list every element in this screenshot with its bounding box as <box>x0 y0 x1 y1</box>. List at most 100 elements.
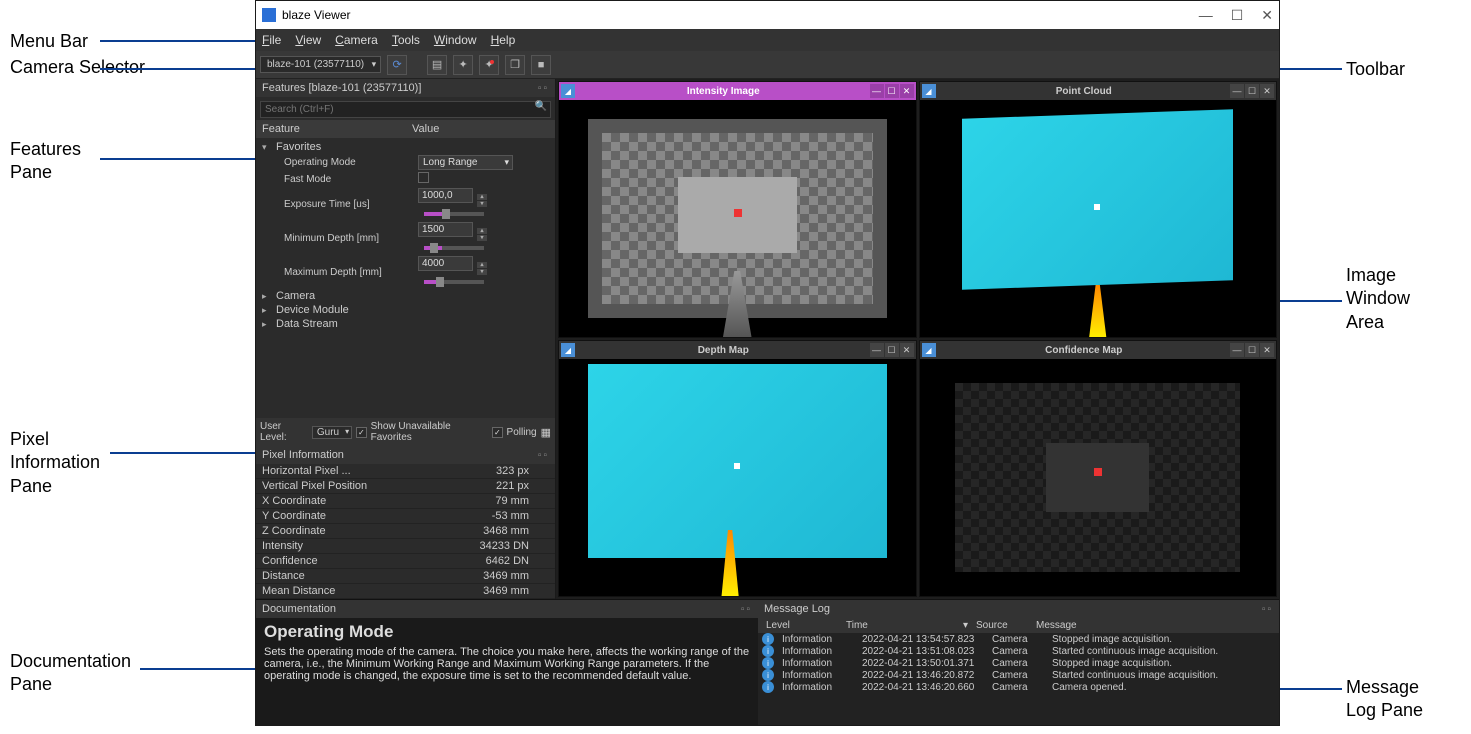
documentation-pane: Documentation ▫▫ Operating Mode Sets the… <box>256 600 758 725</box>
fast-mode-checkbox[interactable] <box>418 172 429 183</box>
pointcloud-window[interactable]: ◢ Point Cloud —☐✕ <box>919 81 1278 338</box>
group-device-module[interactable]: ▸Device Module <box>256 303 555 317</box>
user-level-combo[interactable]: Guru <box>312 426 352 439</box>
exposure-input[interactable]: 1000,0 <box>418 188 473 203</box>
min-depth-slider[interactable] <box>424 246 484 250</box>
show-unavailable-checkbox[interactable]: ✓ <box>356 427 367 438</box>
doc-heading: Operating Mode <box>264 622 750 642</box>
maximize-icon[interactable]: ☐ <box>885 343 899 357</box>
menu-help[interactable]: Help <box>491 33 516 47</box>
toolbar-btn-windows[interactable]: ❐ <box>505 55 525 75</box>
minimize-button[interactable]: — <box>1199 7 1213 24</box>
confidence-content <box>955 383 1240 573</box>
minimize-icon[interactable]: — <box>870 343 884 357</box>
polling-checkbox[interactable]: ✓ <box>492 427 503 438</box>
message-row[interactable]: iInformation2022-04-21 13:46:20.872Camer… <box>758 669 1279 681</box>
confidence-window[interactable]: ◢ Confidence Map —☐✕ <box>919 340 1278 597</box>
message-row[interactable]: iInformation2022-04-21 13:50:01.371Camer… <box>758 657 1279 669</box>
close-icon[interactable]: ✕ <box>1260 343 1274 357</box>
cursor-marker <box>734 463 740 469</box>
chevron-right-icon: ▸ <box>262 319 272 330</box>
depth-header[interactable]: ◢ Depth Map —☐✕ <box>559 341 916 359</box>
depth-viewport[interactable] <box>559 359 916 596</box>
level: Information <box>778 646 858 657</box>
confidence-title: Confidence Map <box>938 345 1231 356</box>
pane-controls[interactable]: ▫▫ <box>1262 604 1273 615</box>
menu-camera[interactable]: Camera <box>335 33 378 47</box>
minimize-icon[interactable]: — <box>1230 84 1244 98</box>
pointcloud-header[interactable]: ◢ Point Cloud —☐✕ <box>920 82 1277 100</box>
intensity-header[interactable]: ◢ Intensity Image —☐✕ <box>559 82 916 100</box>
confidence-header[interactable]: ◢ Confidence Map —☐✕ <box>920 341 1277 359</box>
search-input[interactable] <box>260 101 551 118</box>
menu-bar[interactable]: File View Camera Tools Window Help <box>256 29 1279 51</box>
features-title: Features [blaze-101 (23577110)] <box>262 82 421 94</box>
min-depth-input[interactable]: 1500 <box>418 222 473 237</box>
depth-window[interactable]: ◢ Depth Map —☐✕ <box>558 340 917 597</box>
operating-mode-combo[interactable]: Long Range <box>418 155 513 170</box>
intensity-viewport[interactable] <box>559 100 916 337</box>
maximize-icon[interactable]: ☐ <box>1245 84 1259 98</box>
features-footer: User Level: Guru ✓ Show Unavailable Favo… <box>256 418 555 446</box>
annot-line <box>100 40 255 42</box>
intensity-window[interactable]: ◢ Intensity Image —☐✕ <box>558 81 917 338</box>
window-icon: ◢ <box>922 343 936 357</box>
maximize-button[interactable]: ☐ <box>1231 7 1244 24</box>
group-camera[interactable]: ▸Camera <box>256 289 555 303</box>
pane-controls[interactable]: ▫▫ <box>538 83 549 94</box>
sort-icon: ▾ <box>963 620 968 631</box>
pointcloud-viewport[interactable] <box>920 100 1277 337</box>
close-icon[interactable]: ✕ <box>900 84 914 98</box>
max-depth-spinner[interactable]: ▴▾ <box>477 262 487 276</box>
close-icon[interactable]: ✕ <box>1260 84 1274 98</box>
col-level[interactable]: Level <box>762 620 842 631</box>
search-row: 🔍 <box>256 97 555 120</box>
t: MessageLog Pane <box>1346 677 1423 720</box>
col-message[interactable]: Message <box>1032 620 1275 631</box>
menu-window[interactable]: Window <box>434 33 477 47</box>
min-depth-spinner[interactable]: ▴▾ <box>477 228 487 242</box>
pane-controls[interactable]: ▫▫ <box>538 450 549 461</box>
toolbar-btn-wand[interactable]: ✦ <box>453 55 473 75</box>
time: 2022-04-21 13:46:20.872 <box>858 670 988 681</box>
minimize-icon[interactable]: — <box>870 84 884 98</box>
features-columns: Feature Value <box>256 120 555 138</box>
pixel-info-row: Horizontal Pixel ...323 px <box>256 464 555 479</box>
group-label: Camera <box>276 290 315 302</box>
message-row[interactable]: iInformation2022-04-21 13:51:08.023Camer… <box>758 645 1279 657</box>
col-value: Value <box>412 123 549 135</box>
message-row[interactable]: iInformation2022-04-21 13:54:57.823Camer… <box>758 633 1279 645</box>
pane-controls[interactable]: ▫▫ <box>741 604 752 615</box>
exposure-spinner[interactable]: ▴▾ <box>477 194 487 208</box>
group-favorites[interactable]: ▾Favorites <box>256 140 555 154</box>
menu-file[interactable]: File <box>262 33 281 47</box>
settings-icon[interactable]: ▦ <box>541 426 551 439</box>
toolbar-btn-stop[interactable]: ■ <box>531 55 551 75</box>
message-log-body: iInformation2022-04-21 13:54:57.823Camer… <box>758 633 1279 725</box>
confidence-viewport[interactable] <box>920 359 1277 596</box>
cursor-marker <box>1094 204 1100 210</box>
menu-tools[interactable]: Tools <box>392 33 420 47</box>
max-depth-slider[interactable] <box>424 280 484 284</box>
chevron-right-icon: ▸ <box>262 305 272 316</box>
close-button[interactable]: ✕ <box>1261 7 1273 24</box>
message-row[interactable]: iInformation2022-04-21 13:46:20.660Camer… <box>758 681 1279 693</box>
max-depth-input[interactable]: 4000 <box>418 256 473 271</box>
key: X Coordinate <box>262 495 402 507</box>
maximize-icon[interactable]: ☐ <box>1245 343 1259 357</box>
exposure-slider[interactable] <box>424 212 484 216</box>
close-icon[interactable]: ✕ <box>900 343 914 357</box>
col-source[interactable]: Source <box>972 620 1032 631</box>
camera-selector[interactable]: blaze-101 (23577110) <box>260 56 381 73</box>
refresh-button[interactable]: ⟳ <box>387 55 407 75</box>
toolbar-btn-save[interactable]: ▤ <box>427 55 447 75</box>
toolbar-btn-wand-red[interactable]: ✦ <box>479 55 499 75</box>
minimize-icon[interactable]: — <box>1230 343 1244 357</box>
group-data-stream[interactable]: ▸Data Stream <box>256 317 555 331</box>
menu-view[interactable]: View <box>295 33 321 47</box>
annot-doc-pane: DocumentationPane <box>10 650 131 697</box>
maximize-icon[interactable]: ☐ <box>885 84 899 98</box>
col-time[interactable]: Time ▾ <box>842 620 972 631</box>
documentation-body: Operating Mode Sets the operating mode o… <box>256 618 758 725</box>
key: Mean Distance <box>262 585 402 597</box>
